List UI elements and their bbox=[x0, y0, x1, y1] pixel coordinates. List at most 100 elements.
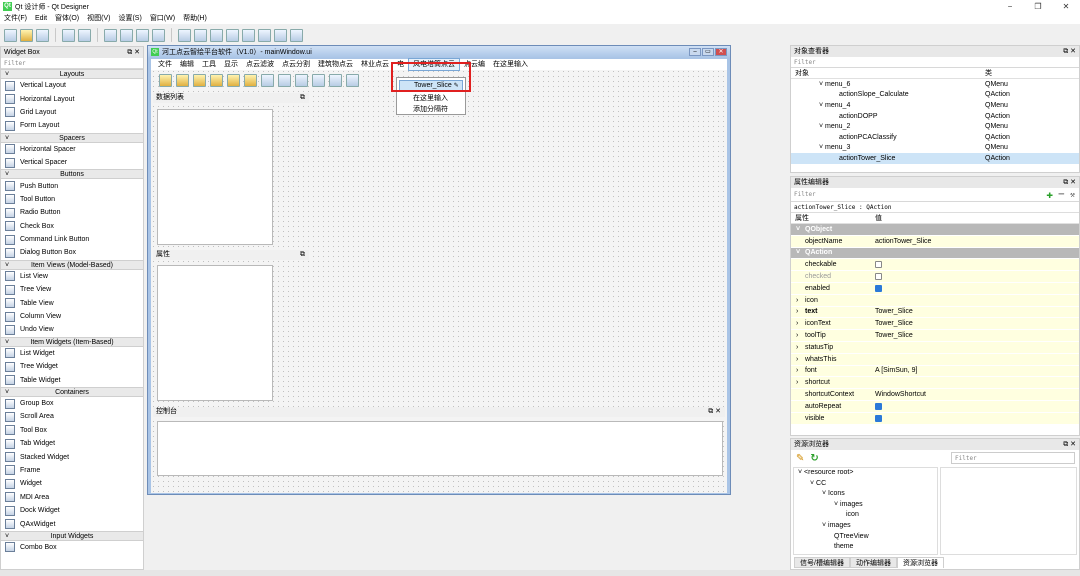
tab-resource-browser[interactable]: 资源浏览器 bbox=[896, 557, 944, 568]
property-row[interactable]: › statusTip bbox=[791, 341, 1079, 354]
resource-view[interactable] bbox=[940, 467, 1077, 555]
widget-category[interactable]: Layouts bbox=[1, 69, 143, 80]
resource-tree-item[interactable]: theme bbox=[794, 542, 937, 553]
property-checkbox[interactable] bbox=[875, 261, 882, 269]
property-row[interactable]: › whatsThis bbox=[791, 353, 1079, 366]
minimize-button[interactable]: − bbox=[996, 0, 1024, 13]
widget-item[interactable]: Table Widget bbox=[1, 373, 143, 386]
resource-tree-item[interactable]: ˅ <resource root> bbox=[794, 468, 937, 479]
menu-form[interactable]: 窗体(O) bbox=[51, 13, 83, 24]
break-layout-icon[interactable] bbox=[274, 28, 287, 42]
form-tool-icon[interactable] bbox=[227, 73, 240, 87]
send-to-back-icon[interactable] bbox=[62, 28, 75, 42]
dock-float-icon[interactable]: ⧉ ✕ bbox=[127, 47, 140, 58]
layout-form-icon[interactable] bbox=[258, 28, 271, 42]
remove-property-icon[interactable]: ━ bbox=[1059, 188, 1064, 202]
form-menu-item[interactable]: 点云滤波 bbox=[242, 59, 278, 70]
widget-item[interactable]: Stacked Widget bbox=[1, 450, 143, 463]
bring-to-front-icon[interactable] bbox=[78, 28, 91, 42]
form-canvas[interactable]: 文件 编辑 工具 显示 点云滤波 点云分割 建筑物点云 林业点云电风电塔筒点云 点云编 在这里输入… bbox=[151, 58, 727, 493]
resource-tree-item[interactable]: QTreeView bbox=[794, 532, 937, 543]
new-file-icon[interactable] bbox=[4, 28, 17, 42]
widget-item[interactable]: Dialog Button Box bbox=[1, 246, 143, 259]
property-value[interactable]: Tower_Slice bbox=[875, 308, 913, 315]
chevron-down-icon[interactable]: ˅ bbox=[796, 226, 800, 233]
chevron-right-icon[interactable]: › bbox=[796, 308, 798, 315]
open-folder-icon[interactable] bbox=[20, 28, 33, 42]
property-row[interactable]: › toolTip Tower_Slice bbox=[791, 330, 1079, 342]
property-row[interactable]: objectName actionTower_Slice bbox=[791, 235, 1079, 248]
property-value[interactable]: Tower_Slice bbox=[875, 320, 913, 327]
tab-signal-slot-editor[interactable]: 信号/槽编辑器 bbox=[794, 557, 850, 568]
chevron-right-icon[interactable]: › bbox=[796, 297, 798, 304]
edit-widgets-icon[interactable] bbox=[104, 28, 117, 42]
property-row[interactable]: checkable bbox=[791, 259, 1079, 272]
property-row[interactable]: › text Tower_Slice bbox=[791, 306, 1079, 319]
chevron-right-icon[interactable]: › bbox=[796, 379, 798, 386]
chevron-right-icon[interactable]: › bbox=[796, 344, 798, 351]
property-row[interactable]: ˅ QAction bbox=[791, 247, 1079, 260]
form-menu-item[interactable]: 编辑 bbox=[176, 59, 198, 70]
properties-widget[interactable] bbox=[157, 265, 273, 401]
form-tool-icon[interactable] bbox=[295, 73, 308, 87]
edit-buddies-icon[interactable] bbox=[136, 28, 149, 42]
object-row[interactable]: actionTower_Slice QAction bbox=[791, 153, 1079, 164]
property-checkbox[interactable] bbox=[875, 273, 882, 281]
widget-item[interactable]: MDI Area bbox=[1, 491, 143, 504]
form-tool-icon[interactable] bbox=[312, 73, 325, 87]
console-widget[interactable] bbox=[157, 421, 723, 476]
widget-category[interactable]: Spacers bbox=[1, 132, 143, 144]
chart-icon[interactable] bbox=[329, 73, 342, 87]
form-menu-item[interactable]: 工具 bbox=[198, 59, 220, 70]
widget-item[interactable]: Tree Widget bbox=[1, 360, 143, 373]
menu-file[interactable]: 文件(F) bbox=[0, 13, 31, 24]
dock-float-close-icon[interactable]: ⧉ ✕ bbox=[708, 407, 721, 417]
widget-category[interactable]: Containers bbox=[1, 386, 143, 398]
property-checkbox[interactable] bbox=[875, 402, 882, 410]
widget-item[interactable]: Tab Widget bbox=[1, 437, 143, 450]
dock-float-icon[interactable]: ⧉ ✕ bbox=[1063, 46, 1076, 57]
form-minimize-button[interactable]: ‒ bbox=[689, 48, 701, 56]
form-tool-icon[interactable] bbox=[278, 73, 291, 87]
layout-grid-icon[interactable] bbox=[242, 28, 255, 42]
object-row[interactable]: ˅ menu_4 QMenu bbox=[791, 100, 1079, 111]
widget-item[interactable]: QAxWidget bbox=[1, 517, 143, 530]
property-filter[interactable]: Filter ✚ ━ ⚒ bbox=[791, 188, 1079, 202]
menu-window[interactable]: 窗口(W) bbox=[146, 13, 179, 24]
widget-item[interactable]: Horizontal Spacer bbox=[1, 143, 143, 156]
dock-float-icon[interactable]: ⧉ bbox=[300, 250, 305, 260]
object-row[interactable]: actionPCAClassify QAction bbox=[791, 132, 1079, 143]
property-row[interactable]: › iconText Tower_Slice bbox=[791, 318, 1079, 331]
property-row[interactable]: shortcutContext WindowShortcut bbox=[791, 389, 1079, 401]
popup-add-separator[interactable]: 添加分隔符 bbox=[397, 104, 465, 115]
save-icon[interactable] bbox=[36, 28, 49, 42]
data-list-widget[interactable] bbox=[157, 109, 273, 245]
widget-item[interactable]: Group Box bbox=[1, 397, 143, 410]
resource-filter[interactable]: Filter bbox=[951, 452, 1075, 464]
widget-category[interactable]: Buttons bbox=[1, 169, 143, 180]
form-tool-icon[interactable] bbox=[159, 73, 172, 87]
form-tool-icon[interactable] bbox=[210, 73, 223, 87]
widget-item[interactable]: Check Box bbox=[1, 220, 143, 233]
form-menu-item[interactable]: 林业点云 bbox=[357, 59, 393, 70]
widget-item[interactable]: Frame bbox=[1, 464, 143, 477]
widget-item[interactable]: Horizontal Layout bbox=[1, 92, 143, 105]
widget-item[interactable]: Table View bbox=[1, 296, 143, 309]
form-tool-icon[interactable] bbox=[193, 73, 206, 87]
form-tool-icon[interactable] bbox=[346, 73, 359, 87]
form-menu-item[interactable]: 建筑物点云 bbox=[314, 59, 357, 70]
form-menu-item[interactable]: 文件 bbox=[154, 59, 176, 70]
widget-item[interactable]: Undo View bbox=[1, 323, 143, 336]
popup-type-here[interactable]: 在这里输入 bbox=[397, 93, 465, 104]
chevron-right-icon[interactable]: › bbox=[796, 356, 798, 363]
object-row[interactable]: actionDOPP QAction bbox=[791, 111, 1079, 122]
property-row[interactable]: enabled bbox=[791, 282, 1079, 295]
edit-resources-icon[interactable]: ✎ bbox=[796, 453, 804, 464]
tab-action-editor[interactable]: 动作编辑器 bbox=[849, 557, 897, 568]
property-checkbox[interactable] bbox=[875, 414, 882, 422]
form-menu-item[interactable]: 点云分割 bbox=[278, 59, 314, 70]
reload-icon[interactable]: ↻ bbox=[810, 453, 818, 464]
widget-item[interactable]: Grid Layout bbox=[1, 106, 143, 119]
chevron-right-icon[interactable]: › bbox=[796, 367, 798, 374]
resource-tree-item[interactable]: ˅ images bbox=[794, 521, 937, 532]
